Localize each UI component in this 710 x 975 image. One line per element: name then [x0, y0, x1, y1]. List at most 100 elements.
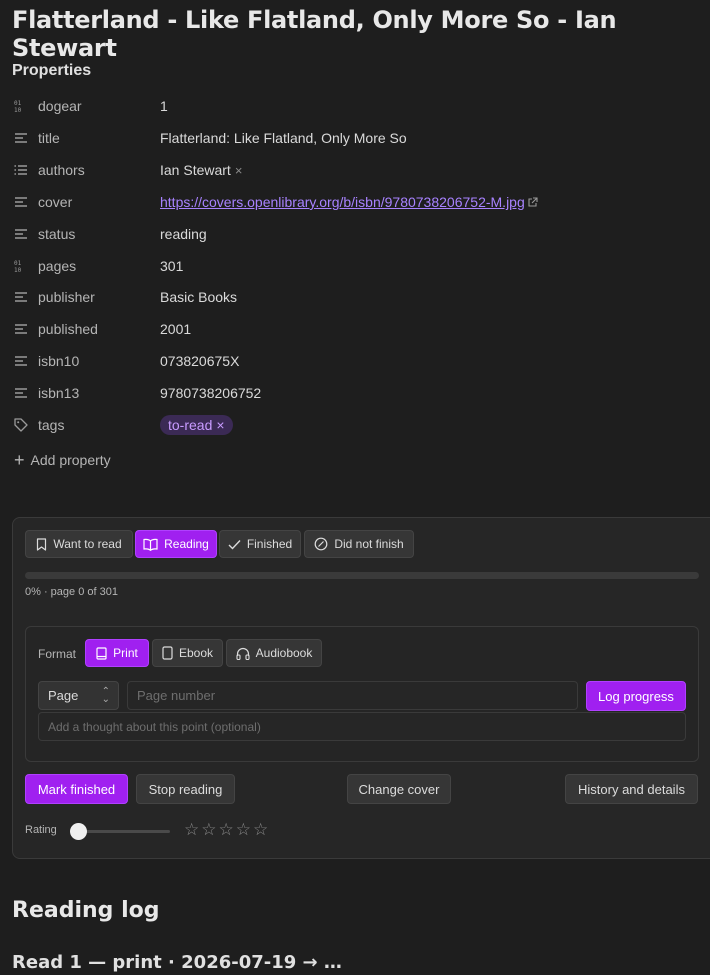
tablet-icon — [162, 646, 173, 660]
property-value[interactable]: 9780738206752 — [160, 385, 261, 401]
headphones-icon — [236, 647, 250, 660]
rating-label: Rating — [25, 824, 57, 836]
change-cover-button[interactable]: Change cover — [347, 774, 451, 804]
star-icon[interactable]: ☆ — [219, 820, 234, 840]
text-icon — [12, 384, 30, 402]
property-key: tags — [38, 417, 65, 433]
property-value[interactable]: 301 — [160, 258, 183, 274]
property-value[interactable]: Basic Books — [160, 289, 237, 305]
thought-input[interactable] — [38, 712, 686, 741]
property-row-tags[interactable]: tags to-read × — [12, 413, 233, 437]
add-property-label: Add property — [30, 452, 111, 468]
read-entry-heading: Read 1 — print · 2026-07-19 → … — [12, 952, 342, 973]
cover-link[interactable]: https://covers.openlibrary.org/b/isbn/97… — [160, 194, 525, 210]
property-key: pages — [38, 258, 77, 274]
property-key: cover — [38, 194, 73, 210]
finished-label: Finished — [246, 537, 293, 551]
unit-select[interactable]: Page ⌃ ⌄ — [38, 681, 119, 710]
svg-text:10: 10 — [14, 107, 22, 113]
property-row-pages[interactable]: 01 10 pages 301 — [12, 254, 183, 278]
property-row-status[interactable]: status reading — [12, 222, 207, 246]
format-audiobook-label: Audiobook — [255, 646, 313, 660]
property-value[interactable]: Flatterland: Like Flatland, Only More So — [160, 130, 407, 146]
format-ebook-label: Ebook — [178, 646, 214, 660]
number-icon: 01 10 — [12, 257, 30, 275]
mark-finished-button[interactable]: Mark finished — [25, 774, 128, 804]
unit-select-value: Page — [48, 688, 79, 703]
number-icon: 01 10 — [12, 97, 30, 115]
author-name: Ian Stewart — [160, 162, 231, 178]
star-icon[interactable]: ☆ — [236, 820, 251, 840]
property-value[interactable]: 073820675X — [160, 353, 239, 369]
tag-chip[interactable]: to-read × — [160, 415, 233, 435]
reading-label: Reading — [164, 537, 209, 551]
properties-heading: Properties — [12, 62, 92, 79]
open-book-icon — [143, 538, 158, 551]
rating-slider-thumb[interactable] — [70, 823, 87, 840]
list-icon — [12, 161, 30, 179]
bookmark-icon — [36, 537, 47, 551]
property-key: publisher — [38, 289, 95, 305]
page-number-input[interactable] — [127, 681, 578, 710]
text-icon — [12, 225, 30, 243]
property-value[interactable]: 2001 — [160, 321, 191, 337]
finished-button[interactable]: Finished — [219, 530, 301, 558]
property-row-isbn13[interactable]: isbn13 9780738206752 — [12, 381, 261, 405]
property-row-dogear[interactable]: 01 10 dogear 1 — [12, 94, 168, 118]
did-not-finish-label: Did not finish — [334, 537, 404, 551]
rating-stars[interactable]: ☆ ☆ ☆ ☆ ☆ — [184, 820, 268, 840]
rating-slider-track[interactable] — [78, 830, 170, 833]
stop-reading-button[interactable]: Stop reading — [136, 774, 235, 804]
property-row-cover[interactable]: cover https://covers.openlibrary.org/b/i… — [12, 190, 538, 214]
remove-tag-icon[interactable]: × — [216, 417, 224, 433]
author-chip[interactable]: Ian Stewart × — [160, 162, 242, 178]
reading-log-heading: Reading log — [12, 898, 160, 923]
property-key: title — [38, 130, 60, 146]
history-and-details-button[interactable]: History and details — [565, 774, 698, 804]
book-icon — [96, 646, 107, 660]
plus-icon: + — [14, 450, 25, 470]
property-row-title[interactable]: title Flatterland: Like Flatland, Only M… — [12, 126, 407, 150]
property-row-authors[interactable]: authors Ian Stewart × — [12, 158, 242, 182]
updown-caret-icon: ⌃ ⌄ — [101, 686, 110, 705]
property-value[interactable]: 1 — [160, 98, 168, 114]
svg-text:10: 10 — [14, 267, 22, 273]
progress-text: 0% · page 0 of 301 — [25, 586, 118, 598]
log-progress-button[interactable]: Log progress — [586, 681, 686, 711]
svg-text:01: 01 — [14, 260, 22, 267]
cover-link-wrap: https://covers.openlibrary.org/b/isbn/97… — [160, 194, 538, 210]
external-link-icon — [527, 196, 538, 208]
want-to-read-button[interactable]: Want to read — [25, 530, 133, 558]
property-row-published[interactable]: published 2001 — [12, 317, 191, 341]
text-icon — [12, 193, 30, 211]
property-value[interactable]: reading — [160, 226, 207, 242]
star-icon[interactable]: ☆ — [184, 820, 199, 840]
page-title: Flatterland - Like Flatland, Only More S… — [12, 6, 617, 62]
text-icon — [12, 352, 30, 370]
want-to-read-label: Want to read — [53, 537, 122, 551]
text-icon — [12, 288, 30, 306]
format-audiobook-button[interactable]: Audiobook — [226, 639, 322, 667]
property-row-publisher[interactable]: publisher Basic Books — [12, 285, 237, 309]
text-icon — [12, 320, 30, 338]
tag-icon — [12, 416, 30, 434]
svg-text:01: 01 — [14, 100, 22, 107]
format-ebook-button[interactable]: Ebook — [152, 639, 223, 667]
property-key: status — [38, 226, 76, 242]
property-key: isbn10 — [38, 353, 80, 369]
add-property-button[interactable]: + Add property — [14, 451, 111, 469]
property-row-isbn10[interactable]: isbn10 073820675X — [12, 349, 239, 373]
property-key: published — [38, 321, 98, 337]
format-print-button[interactable]: Print — [85, 639, 149, 667]
format-print-label: Print — [113, 646, 138, 660]
progress-bar — [25, 572, 699, 579]
format-label: Format — [38, 647, 77, 661]
star-icon[interactable]: ☆ — [201, 820, 216, 840]
did-not-finish-button[interactable]: Did not finish — [304, 530, 414, 558]
remove-author-icon[interactable]: × — [235, 163, 243, 178]
reading-button[interactable]: Reading — [135, 530, 217, 558]
check-icon — [228, 539, 241, 550]
star-icon[interactable]: ☆ — [253, 820, 268, 840]
tag-label: to-read — [168, 417, 213, 433]
slash-circle-icon — [314, 537, 328, 551]
